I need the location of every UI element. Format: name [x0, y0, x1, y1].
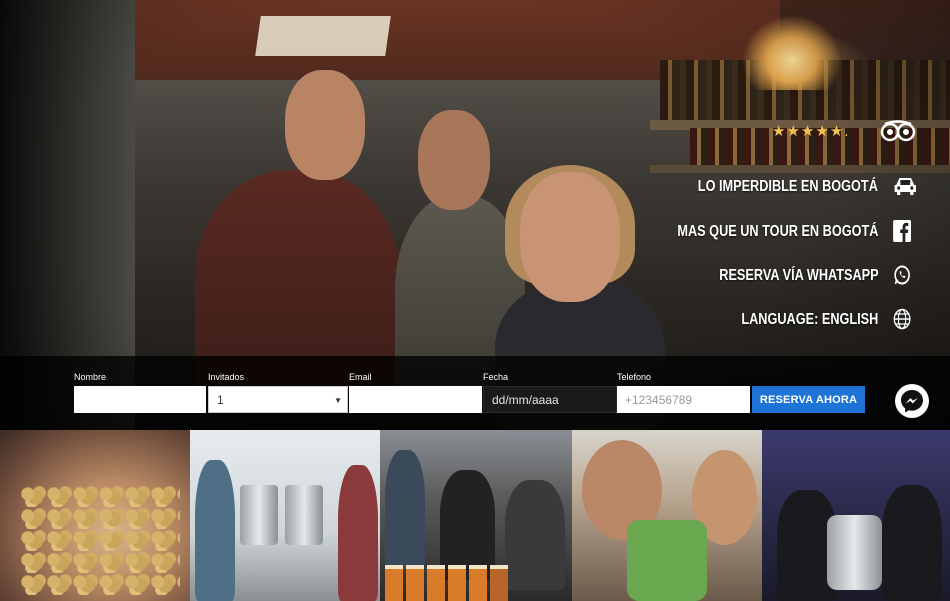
beer-glass	[448, 565, 466, 601]
beer-glass	[406, 565, 424, 601]
menu-item-facebook[interactable]: MAS QUE UN TOUR EN BOGOTÁ	[677, 220, 916, 244]
whatsapp-icon	[893, 264, 916, 288]
group-figure	[385, 450, 425, 570]
brewer-figure	[195, 460, 235, 601]
brewer-figure	[338, 465, 378, 601]
email-field[interactable]	[349, 386, 482, 413]
group-figure	[440, 470, 495, 580]
beer-glass	[469, 565, 487, 601]
photo-gallery	[0, 430, 950, 601]
email-label: Email	[349, 372, 372, 382]
menu-label: RESERVA VÍA WHATSAPP	[718, 267, 879, 284]
gallery-photo-hops[interactable]	[572, 430, 762, 601]
gallery-photo-brewery[interactable]	[190, 430, 380, 601]
person-figure	[882, 485, 942, 601]
brew-tank	[285, 485, 323, 545]
tripadvisor-icon[interactable]	[879, 120, 917, 142]
name-label: Nombre	[74, 372, 107, 382]
rating-stars: ★★★★★.	[772, 123, 850, 140]
guests-label: Invitados	[208, 372, 245, 382]
messenger-icon[interactable]	[895, 384, 929, 418]
facebook-icon	[893, 220, 916, 244]
globe-icon	[893, 308, 916, 332]
phone-label: Telefono	[617, 372, 652, 382]
date-label: Fecha	[483, 372, 509, 382]
menu-item-language[interactable]: LANGUAGE: ENGLISH	[741, 308, 916, 332]
hops-bag	[627, 520, 707, 601]
keg	[827, 515, 882, 590]
reserve-button[interactable]: RESERVA AHORA	[752, 386, 865, 413]
menu-label: LANGUAGE: ENGLISH	[741, 311, 879, 328]
guests-select[interactable]: 1 ▼	[208, 386, 348, 413]
name-field[interactable]	[74, 386, 206, 413]
group-figure	[505, 480, 565, 590]
malt-grains	[20, 485, 180, 595]
menu-item-whatsapp[interactable]: RESERVA VÍA WHATSAPP	[719, 264, 916, 288]
gallery-photo-group[interactable]	[380, 430, 572, 601]
menu-item-tour[interactable]: LO IMPERDIBLE EN BOGOTÁ	[698, 175, 916, 199]
menu-label: MAS QUE UN TOUR EN BOGOTÁ	[677, 223, 879, 240]
phone-field[interactable]: +123456789	[617, 386, 750, 413]
brew-tank	[240, 485, 278, 545]
menu-label: LO IMPERDIBLE EN BOGOTÁ	[698, 178, 879, 195]
booking-form: Nombre Invitados 1 ▼ Email Fecha dd/mm/a…	[0, 356, 950, 430]
gallery-photo-malt[interactable]	[0, 430, 190, 601]
beer-glass	[490, 565, 508, 601]
date-field[interactable]: dd/mm/aaaa	[483, 386, 617, 413]
chevron-down-icon: ▼	[334, 396, 342, 405]
guests-value: 1	[217, 392, 224, 407]
car-icon	[893, 175, 916, 199]
gallery-photo-keg[interactable]	[762, 430, 950, 601]
beer-glass	[385, 565, 403, 601]
beer-glass	[427, 565, 445, 601]
